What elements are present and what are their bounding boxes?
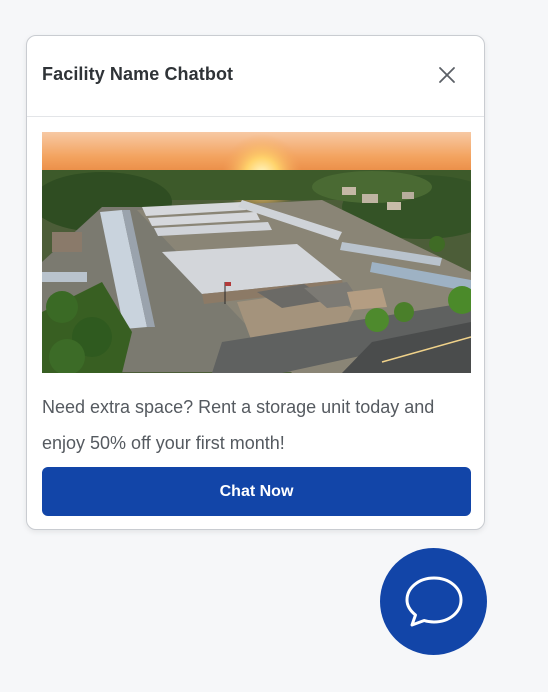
chatbot-popup-card: Facility Name Chatbot Need extra space? … <box>26 35 485 530</box>
chat-now-button[interactable]: Chat Now <box>42 467 471 516</box>
close-button[interactable] <box>436 64 458 86</box>
card-header: Facility Name Chatbot <box>27 36 484 117</box>
chatbot-title: Facility Name Chatbot <box>42 64 234 84</box>
promo-message: Need extra space? Rent a storage unit to… <box>42 397 435 453</box>
chat-bubble-icon <box>405 576 463 627</box>
storage-facility-image <box>42 132 471 373</box>
chat-launcher-button[interactable] <box>380 548 487 655</box>
close-icon <box>439 67 455 83</box>
